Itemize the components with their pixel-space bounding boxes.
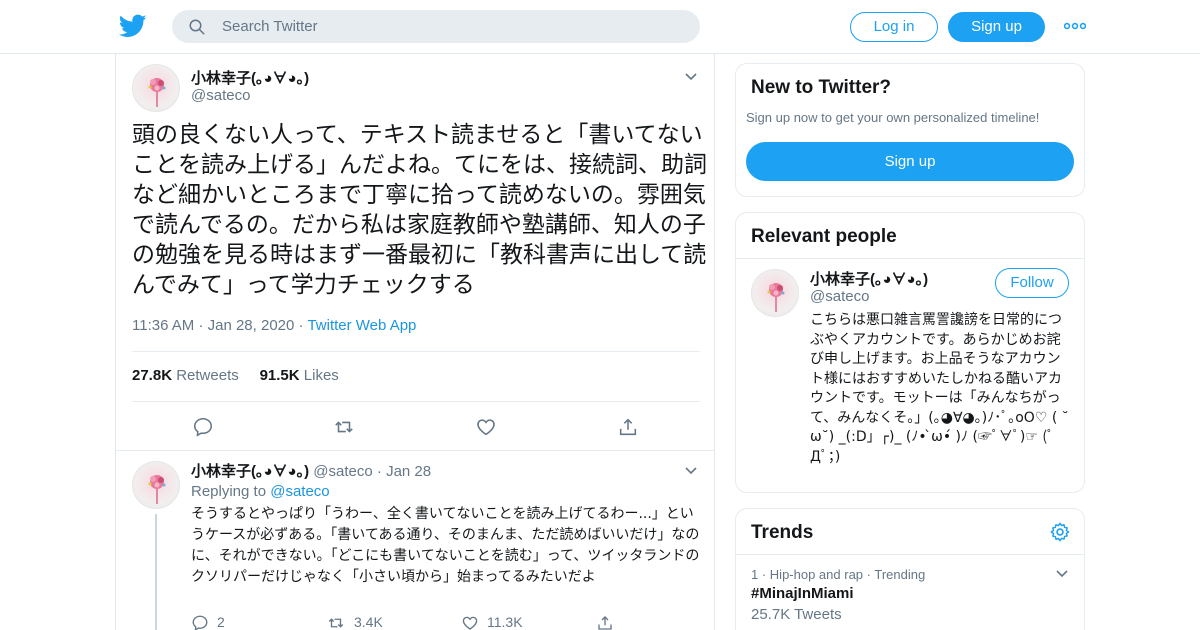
tweet-meta: 11:36 AM · Jan 28, 2020 · Twitter Web Ap… [132,317,416,334]
like-icon[interactable] [475,416,497,438]
likes-label: Likes [303,367,339,384]
relevant-people-title: Relevant people [751,226,897,247]
avatar-flower-icon [148,78,166,107]
avatar[interactable] [132,64,180,112]
tweet-time[interactable]: 11:36 AM [132,317,194,334]
tweet-date[interactable]: Jan 28, 2020 [208,317,295,334]
likes-stat[interactable]: 91.5K Likes [260,367,339,384]
trend-name[interactable]: #MinajInMiami [751,585,854,602]
reply-replies-count: 2 [217,614,225,630]
follow-button[interactable]: Follow [995,268,1069,298]
trend-tweet-count: 25.7K Tweets [751,606,842,623]
reply-replies-action[interactable]: 2 [191,612,225,630]
author-name[interactable]: 小林幸子(｡◕∀◕｡) [191,67,309,88]
likes-count: 91.5K [259,367,300,384]
tweet-source[interactable]: Twitter Web App [307,317,416,334]
signup-button[interactable]: Sign up [948,12,1045,42]
thread-line [155,514,157,630]
relevant-people-card: Relevant people 小林幸子(｡◕∀◕｡) @sateco Foll… [735,212,1085,493]
reply-share-action[interactable] [596,612,622,630]
chevron-down-icon[interactable] [684,466,698,476]
reply-icon[interactable] [192,416,214,438]
search-bar[interactable] [172,10,700,43]
share-icon[interactable] [617,416,639,438]
tweet-stats: 27.8K Retweets 91.5K Likes [132,367,339,384]
search-input[interactable] [222,10,682,43]
reply-retweets-action[interactable]: 3.4K [326,612,383,630]
reply-icon [192,615,208,630]
new-to-twitter-title: New to Twitter? [751,77,892,98]
tweet-text: 頭の良くない人って、テキスト読ませると「書いてないことを読み上げる」んだよね。て… [132,122,707,298]
divider [132,401,700,402]
trend-meta: 1 · Hip-hop and rap · Trending [751,567,926,582]
meta-separator: · [198,317,208,334]
avatar-flower-icon [767,283,785,312]
person-avatar[interactable] [751,269,799,317]
author-handle[interactable]: @sateco [191,87,250,104]
settings-gear-icon[interactable] [1049,521,1071,543]
search-icon [189,19,205,35]
person-handle[interactable]: @sateco [810,288,869,305]
reply-avatar[interactable] [132,461,180,509]
avatar-flower-icon [148,475,166,504]
new-to-twitter-subtitle: Sign up now to get your own personalized… [746,110,1040,125]
more-options-icon[interactable] [1064,20,1086,32]
divider [736,554,1084,555]
retweets-count: 27.8K [132,367,173,384]
reply-author-name[interactable]: 小林幸子(｡◕∀◕｡) [191,463,309,480]
new-to-twitter-card: New to Twitter? Sign up now to get your … [735,63,1085,197]
login-button[interactable]: Log in [850,12,938,42]
sidebar-signup-button[interactable]: Sign up [746,142,1074,181]
divider [132,351,700,352]
replying-to-link[interactable]: @sateco [270,483,329,500]
divider [736,258,1084,259]
reply-text: そうするとやっぱり「うわー、全く書いてないことを読み上げてるわー...」というケ… [191,506,700,585]
chevron-down-icon[interactable] [684,72,698,82]
reply-header: 小林幸子(｡◕∀◕｡) @sateco · Jan 28 [191,460,431,481]
trend-category: Hip-hop and rap [769,567,864,582]
tweet-column: 小林幸子(｡◕∀◕｡) @sateco 頭の良くない人って、テキスト読ませると「… [115,54,715,630]
replying-to: Replying to @sateco [191,483,330,500]
retweets-label: Retweets [176,367,239,384]
trend-rank: 1 [751,567,759,582]
replying-to-label: Replying to [191,483,267,500]
reply-likes-action[interactable]: 11.3K [461,612,523,630]
retweet-icon [328,618,344,629]
meta-separator: · [376,463,387,480]
trends-card: Trends 1 · Hip-hop and rap · Trending #M… [735,508,1085,630]
trend-status: Trending [874,567,926,582]
reply-retweets-count: 3.4K [354,614,383,630]
person-name[interactable]: 小林幸子(｡◕∀◕｡) [810,268,928,289]
divider [116,450,714,451]
retweets-stat[interactable]: 27.8K Retweets [132,367,239,384]
like-icon [462,616,478,630]
retweet-icon[interactable] [333,416,355,438]
reply-date[interactable]: Jan 28 [386,463,431,480]
reply-author-handle[interactable]: @sateco [313,463,372,480]
reply-likes-count: 11.3K [487,614,523,630]
trends-title: Trends [751,522,814,543]
chevron-down-icon[interactable] [1055,569,1069,579]
person-bio: こちらは悪口雑言罵詈讒謗を日常的につぶやくアカウントです。あらかじめお詫び申し上… [810,312,1069,465]
top-bar: Log in Sign up [0,0,1200,54]
share-icon [598,616,612,630]
twitter-logo-icon[interactable] [119,12,147,40]
